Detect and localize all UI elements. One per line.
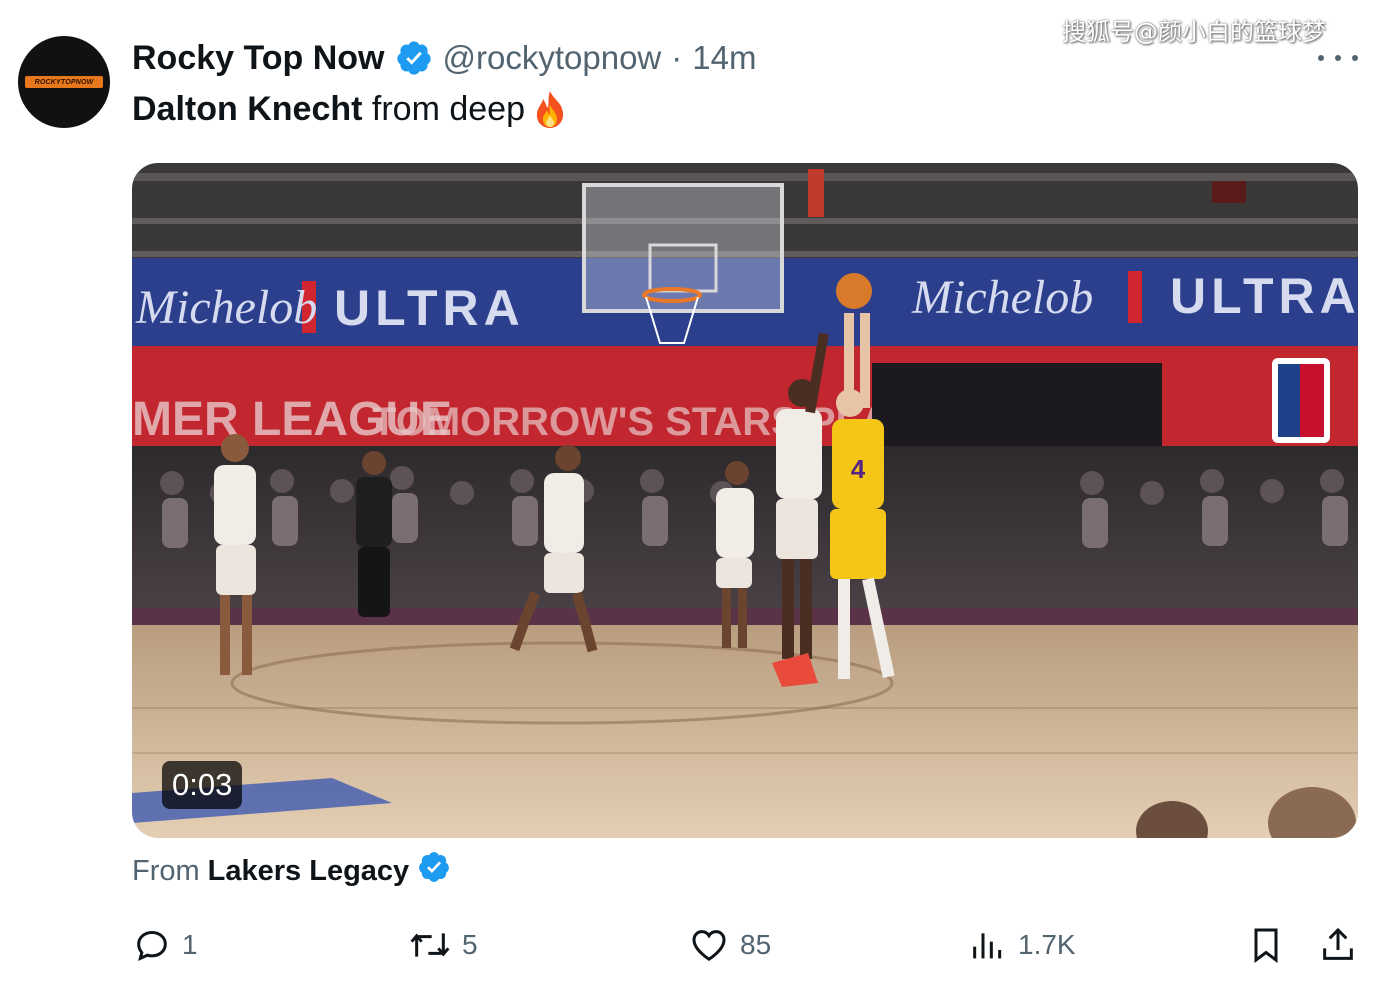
avatar[interactable]: ROCKYTOPNOW — [18, 36, 110, 128]
views-button[interactable]: 1.7K — [968, 922, 1076, 968]
svg-text:ULTRA: ULTRA — [334, 280, 525, 336]
tweet-text-body: from deep — [362, 89, 525, 128]
heart-icon — [688, 925, 730, 965]
views-count: 1.7K — [1018, 929, 1076, 960]
repost-icon — [408, 925, 452, 965]
separator-dot: · — [671, 39, 683, 76]
svg-text:ULTRA: ULTRA — [1170, 268, 1358, 324]
action-bar: 1 5 85 1.7K — [132, 922, 1362, 968]
tweet-card: 搜狐号@颜小白的篮球梦 ROCKYTOPNOW Rocky Top Now @r… — [0, 0, 1396, 990]
tweet-header: Rocky Top Now @rockytopnow · 14m — [132, 36, 756, 80]
views-chart-icon — [968, 925, 1008, 965]
svg-text:Michelob: Michelob — [135, 281, 317, 334]
reply-icon — [132, 925, 172, 965]
video-player[interactable]: Michelob ULTRA Michelob ULTRA MER LEAGUE… — [132, 163, 1358, 838]
reply-button[interactable]: 1 — [132, 922, 198, 968]
verified-badge-icon — [395, 39, 433, 77]
svg-text:4: 4 — [851, 454, 866, 484]
video-source: From Lakers Legacy — [132, 850, 451, 892]
reply-count: 1 — [182, 929, 198, 960]
source-account-link[interactable]: Lakers Legacy — [208, 855, 410, 888]
bookmark-button[interactable] — [1246, 922, 1286, 968]
like-count: 85 — [740, 929, 772, 960]
tweet-text: Dalton Knecht from deep — [132, 88, 571, 130]
more-options-button[interactable] — [1318, 48, 1358, 68]
svg-text:TOMORROW'S STARS PLAY: TOMORROW'S STARS PLAY — [372, 400, 912, 444]
more-dot-icon — [1318, 55, 1324, 61]
author-display-name[interactable]: Rocky Top Now — [132, 39, 385, 78]
share-icon — [1318, 924, 1358, 966]
source-prefix: From — [132, 854, 200, 887]
tweet-text-mention: Dalton Knecht — [132, 89, 363, 128]
video-duration: 0:03 — [162, 761, 243, 809]
video-frame: Michelob ULTRA Michelob ULTRA MER LEAGUE… — [132, 163, 1358, 838]
more-dot-icon — [1352, 55, 1358, 61]
avatar-logo: ROCKYTOPNOW — [25, 76, 103, 88]
like-button[interactable]: 85 — [688, 922, 771, 968]
verified-badge-icon — [417, 850, 451, 892]
svg-text:Michelob: Michelob — [911, 271, 1093, 324]
repost-count: 5 — [462, 929, 478, 960]
author-handle[interactable]: @rockytopnow — [443, 39, 662, 77]
share-button[interactable] — [1318, 922, 1358, 968]
timestamp[interactable]: 14m — [692, 39, 756, 77]
repost-button[interactable]: 5 — [408, 922, 478, 968]
fire-icon — [529, 88, 571, 130]
bookmark-icon — [1246, 924, 1286, 966]
watermark: 搜狐号@颜小白的篮球梦 — [1062, 18, 1326, 46]
more-dot-icon — [1335, 55, 1341, 61]
